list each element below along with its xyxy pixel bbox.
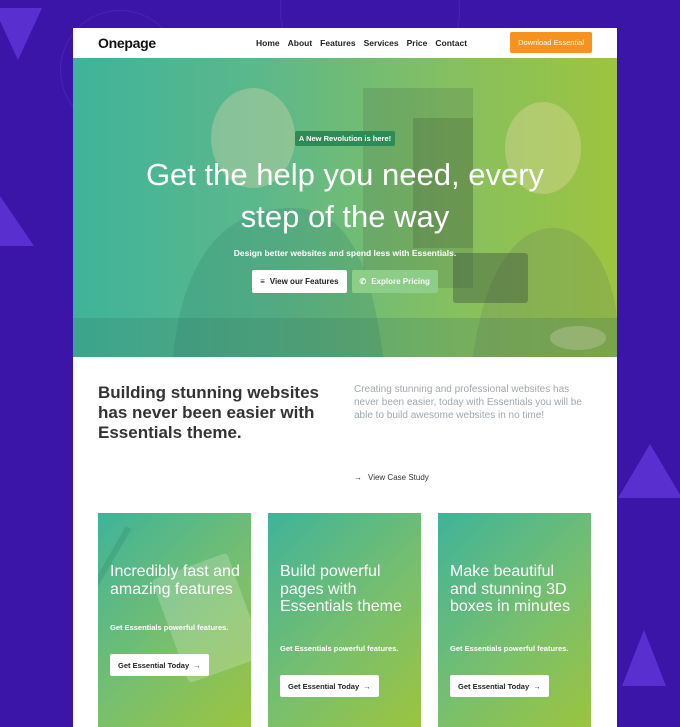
view-features-button[interactable]: ≡ View our Features bbox=[252, 270, 347, 293]
card-title: Build powerful pages with Essentials the… bbox=[280, 563, 402, 615]
decorative-triangle bbox=[0, 8, 42, 60]
card-title: Make beautiful and stunning 3D boxes in … bbox=[450, 563, 571, 615]
nav-link-home[interactable]: Home bbox=[256, 38, 280, 48]
top-navbar: Onepage Home About Features Services Pri… bbox=[73, 28, 617, 58]
card-description: Get Essentials powerful features. bbox=[110, 623, 229, 632]
get-essential-today-button[interactable]: Get Essential Today → bbox=[110, 654, 209, 676]
download-essential-button[interactable]: Download Essential bbox=[510, 32, 592, 53]
nav-link-features[interactable]: Features bbox=[320, 38, 355, 48]
arrow-right-icon: → bbox=[354, 473, 362, 482]
hero-title-line1: Get the help you need, every bbox=[145, 157, 545, 192]
arrow-right-icon: → bbox=[363, 681, 371, 691]
page-container: Onepage Home About Features Services Pri… bbox=[73, 28, 617, 727]
card-description: Get Essentials powerful features. bbox=[450, 644, 569, 653]
get-essential-label: Get Essential Today bbox=[288, 681, 360, 691]
hero-title-line2: step of the way bbox=[240, 199, 450, 234]
intro-heading: Building stunning websites has never bee… bbox=[98, 383, 319, 442]
card-background-photo bbox=[98, 526, 251, 683]
nav-link-services[interactable]: Services bbox=[364, 38, 399, 48]
decorative-triangle bbox=[618, 444, 680, 498]
decorative-triangle bbox=[622, 630, 666, 686]
hero-title: Get the help you need, every step of the… bbox=[73, 154, 617, 238]
hero-buttons: ≡ View our Features ✆ Explore Pricing bbox=[73, 270, 617, 293]
arrow-right-icon: → bbox=[193, 660, 201, 670]
view-case-study-link[interactable]: → View Case Study bbox=[354, 473, 429, 482]
feature-card-pages: Build powerful pages with Essentials the… bbox=[268, 513, 421, 727]
nav-link-price[interactable]: Price bbox=[407, 38, 428, 48]
brand-logo[interactable]: Onepage bbox=[98, 35, 156, 51]
nav-links: Home About Features Services Price Conta… bbox=[256, 38, 467, 48]
get-essential-label: Get Essential Today bbox=[118, 660, 190, 670]
explore-pricing-button[interactable]: ✆ Explore Pricing bbox=[351, 270, 438, 293]
decorative-triangle bbox=[0, 196, 34, 246]
explore-pricing-label: Explore Pricing bbox=[371, 277, 430, 286]
nav-link-contact[interactable]: Contact bbox=[435, 38, 467, 48]
feature-card-3d-boxes: Make beautiful and stunning 3D boxes in … bbox=[438, 513, 591, 727]
hero-badge: A New Revolution is here! bbox=[294, 131, 396, 146]
intro-text: Creating stunning and professional websi… bbox=[354, 384, 582, 421]
menu-icon: ≡ bbox=[260, 277, 265, 286]
hero-subtitle: Design better websites and spend less wi… bbox=[233, 248, 457, 258]
view-case-study-label: View Case Study bbox=[368, 473, 429, 482]
feature-card-fast: Incredibly fast and amazing features Get… bbox=[98, 513, 251, 727]
view-features-label: View our Features bbox=[269, 277, 339, 286]
hero-content: A New Revolution is here! Get the help y… bbox=[73, 58, 617, 293]
phone-icon: ✆ bbox=[359, 277, 367, 286]
get-essential-today-button[interactable]: Get Essential Today → bbox=[280, 675, 379, 697]
get-essential-today-button[interactable]: Get Essential Today → bbox=[450, 675, 549, 697]
nav-link-about[interactable]: About bbox=[288, 38, 313, 48]
arrow-right-icon: → bbox=[533, 681, 541, 691]
hero-section: A New Revolution is here! Get the help y… bbox=[73, 58, 617, 357]
card-title: Incredibly fast and amazing features bbox=[110, 563, 240, 598]
get-essential-label: Get Essential Today bbox=[458, 681, 530, 691]
card-description: Get Essentials powerful features. bbox=[280, 644, 399, 653]
